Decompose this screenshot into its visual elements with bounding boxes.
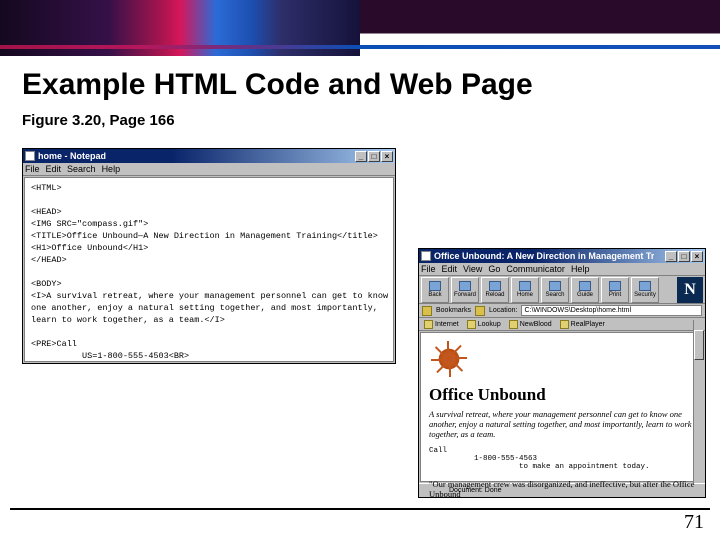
- netscape-toolbar: Back Forward Reload Home Search Guide Pr…: [419, 276, 705, 304]
- netscape-app-icon: [421, 251, 431, 261]
- slide-title: Example HTML Code and Web Page: [0, 56, 720, 106]
- quick-newblood[interactable]: NewBlood: [509, 320, 552, 329]
- page-number: 71: [684, 511, 704, 534]
- quick-newblood-label: NewBlood: [520, 321, 552, 328]
- print-icon: [609, 281, 621, 291]
- netscape-titlebar[interactable]: Office Unbound: A New Direction in Manag…: [419, 249, 705, 263]
- bookmarks-label[interactable]: Bookmarks: [436, 307, 471, 314]
- quick-realplayer[interactable]: RealPlayer: [560, 320, 605, 329]
- scrollbar[interactable]: [693, 320, 704, 483]
- search-icon: [549, 281, 561, 291]
- home-label: Home: [517, 292, 533, 298]
- guide-icon: [579, 281, 591, 291]
- maximize-button[interactable]: □: [368, 151, 380, 162]
- page-quote: "Our management crew was disorganized, a…: [429, 479, 695, 499]
- page-pre: Call 1-800-555-4563 to make an appointme…: [429, 447, 695, 471]
- banner: [0, 0, 720, 56]
- banner-stripe: [0, 45, 720, 49]
- reload-label: Reload: [485, 292, 504, 298]
- quick-realplayer-label: RealPlayer: [571, 321, 605, 328]
- search-label: Search: [545, 292, 564, 298]
- newblood-icon: [509, 320, 518, 329]
- location-input[interactable]: C:\WINDOWS\Desktop\home.html: [521, 305, 702, 316]
- notepad-app-icon: [25, 151, 35, 161]
- netscape-window-title: Office Unbound: A New Direction in Manag…: [434, 251, 654, 261]
- security-icon: [639, 281, 651, 291]
- quick-bar: Internet Lookup NewBlood RealPlayer: [419, 318, 705, 331]
- netscape-logo-icon: N: [677, 277, 703, 303]
- reload-button[interactable]: Reload: [481, 277, 509, 303]
- menu-file[interactable]: File: [25, 164, 40, 174]
- bookmarks-icon[interactable]: [422, 306, 432, 316]
- print-button[interactable]: Print: [601, 277, 629, 303]
- page-heading: Office Unbound: [429, 385, 695, 405]
- menu-edit[interactable]: Edit: [46, 164, 62, 174]
- location-icon: [475, 306, 485, 316]
- close-button[interactable]: ×: [691, 251, 703, 262]
- realplayer-icon: [560, 320, 569, 329]
- compass-image: [429, 339, 469, 379]
- quick-lookup-label: Lookup: [478, 321, 501, 328]
- search-button[interactable]: Search: [541, 277, 569, 303]
- forward-icon: [459, 281, 471, 291]
- lookup-icon: [467, 320, 476, 329]
- netscape-menubar: File Edit View Go Communicator Help: [419, 263, 705, 276]
- print-label: Print: [609, 292, 621, 298]
- back-button[interactable]: Back: [421, 277, 449, 303]
- footer-rule: [10, 508, 710, 510]
- internet-icon: [424, 320, 433, 329]
- menu-view[interactable]: View: [463, 264, 482, 274]
- maximize-button[interactable]: □: [678, 251, 690, 262]
- netscape-window: Office Unbound: A New Direction in Manag…: [418, 248, 706, 498]
- notepad-menubar: File Edit Search Help: [23, 163, 395, 176]
- home-button[interactable]: Home: [511, 277, 539, 303]
- menu-help[interactable]: Help: [102, 164, 121, 174]
- forward-label: Forward: [454, 292, 476, 298]
- close-button[interactable]: ×: [381, 151, 393, 162]
- quick-internet-label: Internet: [435, 321, 459, 328]
- security-label: Security: [634, 292, 656, 298]
- location-bar: Bookmarks Location: C:\WINDOWS\Desktop\h…: [419, 304, 705, 318]
- menu-communicator[interactable]: Communicator: [506, 264, 565, 274]
- security-button[interactable]: Security: [631, 277, 659, 303]
- notepad-window-title: home - Notepad: [38, 151, 106, 161]
- guide-button[interactable]: Guide: [571, 277, 599, 303]
- menu-file[interactable]: File: [421, 264, 436, 274]
- notepad-titlebar[interactable]: home - Notepad _ □ ×: [23, 149, 395, 163]
- quick-internet[interactable]: Internet: [424, 320, 459, 329]
- menu-edit[interactable]: Edit: [442, 264, 458, 274]
- menu-help[interactable]: Help: [571, 264, 590, 274]
- home-icon: [519, 281, 531, 291]
- menu-search[interactable]: Search: [67, 164, 96, 174]
- scrollbar-thumb[interactable]: [694, 330, 704, 360]
- page-viewport: Office Unbound A survival retreat, where…: [420, 332, 704, 482]
- forward-button[interactable]: Forward: [451, 277, 479, 303]
- menu-go[interactable]: Go: [488, 264, 500, 274]
- guide-label: Guide: [577, 292, 593, 298]
- minimize-button[interactable]: _: [355, 151, 367, 162]
- slide: Example HTML Code and Web Page Figure 3.…: [0, 0, 720, 540]
- notepad-window: home - Notepad _ □ × File Edit Search He…: [22, 148, 396, 364]
- reload-icon: [489, 281, 501, 291]
- location-label: Location:: [489, 307, 517, 314]
- quick-lookup[interactable]: Lookup: [467, 320, 501, 329]
- minimize-button[interactable]: _: [665, 251, 677, 262]
- notepad-text-area[interactable]: <HTML> <HEAD> <IMG SRC="compass.gif"> <T…: [24, 177, 394, 362]
- slide-subtitle: Figure 3.20, Page 166: [0, 106, 720, 129]
- page-intro: A survival retreat, where your managemen…: [429, 409, 695, 439]
- back-label: Back: [428, 292, 441, 298]
- back-icon: [429, 281, 441, 291]
